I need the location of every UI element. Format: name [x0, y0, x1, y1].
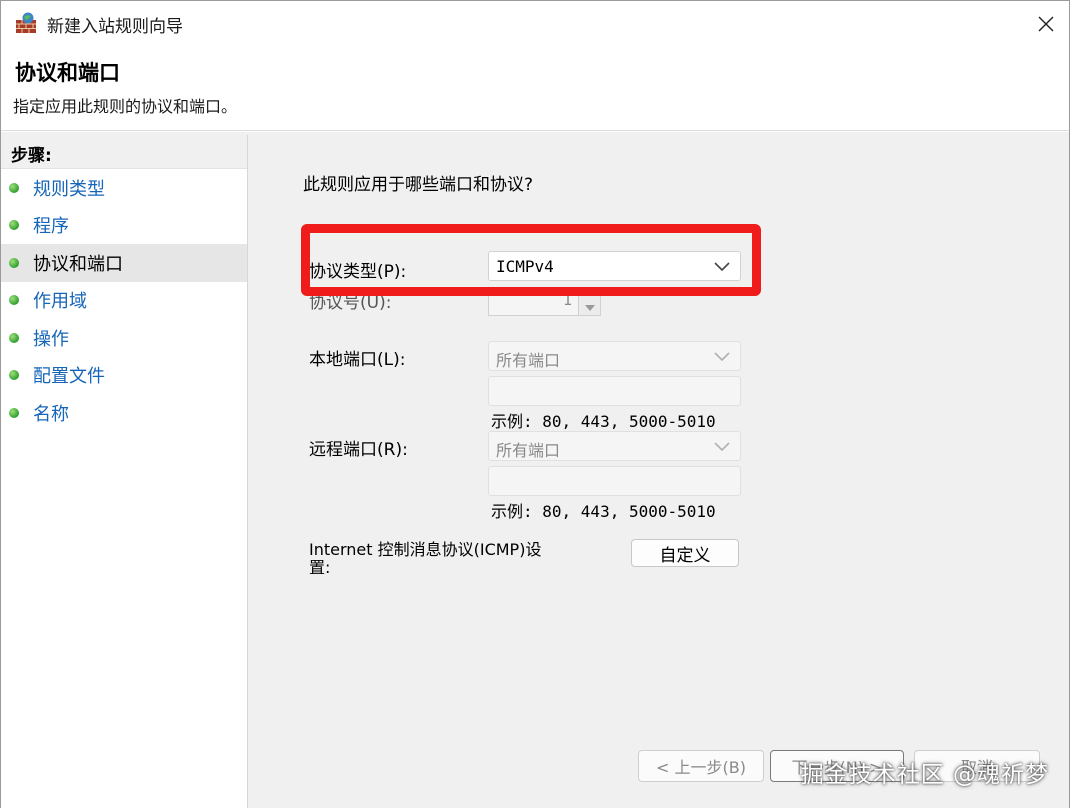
green-dot-icon [9, 295, 19, 306]
step-label: 规则类型 [33, 178, 105, 200]
step-rule-type[interactable]: 规则类型 [1, 169, 247, 207]
step-label: 名称 [33, 403, 69, 425]
step-name[interactable]: 名称 [1, 394, 247, 432]
step-label: 操作 [33, 328, 69, 350]
close-icon [1038, 16, 1054, 32]
local-port-value: 所有端口 [496, 351, 561, 370]
protocol-type-select[interactable]: ICMPv4 [488, 251, 741, 281]
step-profile[interactable]: 配置文件 [1, 357, 247, 395]
green-dot-icon [9, 182, 19, 193]
step-program[interactable]: 程序 [1, 207, 247, 245]
wizard-window: 新建入站规则向导 协议和端口 指定应用此规则的协议和端口。 步骤: 规则类型 程… [0, 0, 1070, 808]
step-action[interactable]: 操作 [1, 319, 247, 357]
step-label: 程序 [33, 216, 69, 238]
green-dot-icon [9, 332, 19, 343]
content-panel: 此规则应用于哪些端口和协议? 协议号(U): 1 协议类型(P): ICMPv4… [253, 132, 1069, 808]
green-dot-icon [9, 257, 19, 268]
protocol-number-spinner[interactable]: 1 [488, 288, 601, 316]
step-protocol-and-ports[interactable]: 协议和端口 [1, 244, 247, 282]
window-title: 新建入站规则向导 [47, 17, 183, 37]
close-button[interactable] [1023, 1, 1069, 47]
customize-button[interactable]: 自定义 [631, 539, 739, 567]
back-button[interactable]: < 上一步(B) [638, 750, 764, 782]
icmp-label-line2: 置: [309, 558, 331, 577]
local-port-select[interactable]: 所有端口 [488, 341, 741, 371]
firewall-icon [16, 12, 36, 33]
protocol-number-value: 1 [562, 291, 572, 309]
steps-panel: 步骤: 规则类型 程序 协议和端口 作用域 操作 配置文件 名称 [1, 135, 248, 808]
title-bar: 新建入站规则向导 [1, 1, 1069, 47]
local-port-input[interactable] [488, 376, 741, 406]
protocol-type-value: ICMPv4 [496, 257, 554, 276]
page-header: 协议和端口 指定应用此规则的协议和端口。 [1, 47, 1069, 131]
page-title: 协议和端口 [15, 61, 120, 85]
chevron-down-icon [714, 262, 730, 272]
remote-port-value: 所有端口 [496, 441, 561, 460]
local-port-example: 示例: 80, 443, 5000-5010 [491, 412, 716, 431]
page-subtitle: 指定应用此规则的协议和端口。 [13, 97, 238, 116]
chevron-down-icon [714, 442, 730, 452]
local-port-label: 本地端口(L): [309, 350, 406, 370]
steps-heading: 步骤: [1, 135, 247, 169]
remote-port-select[interactable]: 所有端口 [488, 431, 741, 461]
step-label: 协议和端口 [33, 253, 123, 275]
spin-down-icon[interactable] [578, 289, 600, 315]
remote-port-label: 远程端口(R): [309, 440, 408, 460]
icmp-settings-label: Internet 控制消息协议(ICMP)设 置: [309, 541, 541, 577]
watermark: 掘金技术社区 @魂祈梦 [800, 762, 1049, 788]
protocol-number-label: 协议号(U): [309, 293, 392, 313]
green-dot-icon [9, 407, 19, 418]
step-label: 作用域 [33, 291, 87, 313]
icmp-label-line1: Internet 控制消息协议(ICMP)设 [309, 540, 542, 559]
chevron-down-icon [714, 352, 730, 362]
protocol-type-label: 协议类型(P): [309, 262, 407, 282]
green-dot-icon [9, 220, 19, 231]
step-label: 配置文件 [33, 366, 105, 388]
green-dot-icon [9, 370, 19, 381]
remote-port-example: 示例: 80, 443, 5000-5010 [491, 502, 716, 521]
question-text: 此规则应用于哪些端口和协议? [303, 175, 534, 195]
remote-port-input[interactable] [488, 466, 741, 496]
step-scope[interactable]: 作用域 [1, 282, 247, 320]
wizard-body: 步骤: 规则类型 程序 协议和端口 作用域 操作 配置文件 名称 此规则应用于哪… [1, 132, 1069, 808]
